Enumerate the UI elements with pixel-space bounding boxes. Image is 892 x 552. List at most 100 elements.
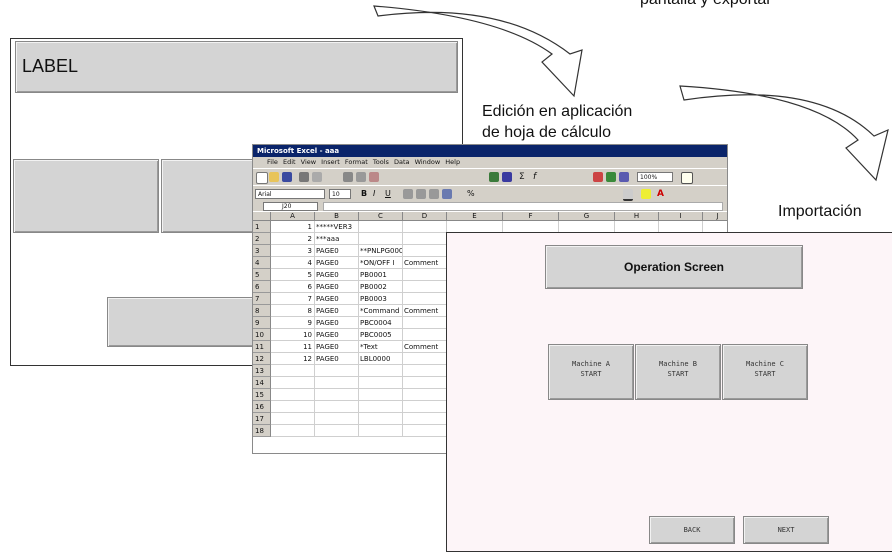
align-center-icon[interactable] [416,189,426,199]
menu-help[interactable]: Help [445,158,460,166]
row-header[interactable]: 5 [253,269,271,281]
column-header[interactable]: D [403,212,447,221]
table-cell[interactable]: PAGE0 [315,317,359,329]
table-cell[interactable] [271,413,315,425]
row-header[interactable]: 17 [253,413,271,425]
machine-b-start-button[interactable]: Machine B START [635,344,721,400]
table-cell[interactable] [315,389,359,401]
row-header[interactable]: 14 [253,377,271,389]
table-cell[interactable] [359,413,403,425]
table-cell[interactable] [403,389,447,401]
merge-icon[interactable] [442,189,452,199]
row-header[interactable]: 18 [253,425,271,437]
borders-icon[interactable] [623,189,633,201]
table-cell[interactable] [271,365,315,377]
row-header[interactable]: 2 [253,233,271,245]
table-cell[interactable] [403,365,447,377]
sum-icon[interactable]: Σ [519,172,529,182]
open-icon[interactable] [269,172,279,182]
table-cell[interactable]: PB0002 [359,281,403,293]
next-button[interactable]: NEXT [743,516,829,544]
row-header[interactable]: 10 [253,329,271,341]
drawing-icon[interactable] [619,172,629,182]
formula-input[interactable] [323,202,723,211]
table-cell[interactable] [271,389,315,401]
align-right-icon[interactable] [429,189,439,199]
machine-c-start-button[interactable]: Machine C START [722,344,808,400]
row-header[interactable]: 1 [253,221,271,233]
column-header[interactable]: C [359,212,403,221]
table-cell[interactable]: 1 [271,221,315,233]
menu-tools[interactable]: Tools [373,158,389,166]
table-cell[interactable] [403,221,447,233]
menu-insert[interactable]: Insert [321,158,340,166]
table-cell[interactable]: PBC0005 [359,329,403,341]
select-all-corner[interactable] [253,212,271,221]
menu-edit[interactable]: Edit [283,158,296,166]
row-header[interactable]: 6 [253,281,271,293]
copy-icon[interactable] [356,172,366,182]
row-header[interactable]: 7 [253,293,271,305]
table-cell[interactable] [403,425,447,437]
table-cell[interactable]: PAGE0 [315,329,359,341]
table-cell[interactable] [359,221,403,233]
italic-icon[interactable]: I [373,189,383,199]
table-cell[interactable]: 9 [271,317,315,329]
help-icon[interactable] [681,172,693,184]
bold-icon[interactable]: B [361,189,371,199]
table-cell[interactable]: 12 [271,353,315,365]
column-header[interactable]: F [503,212,559,221]
percent-icon[interactable]: % [467,189,477,199]
table-cell[interactable] [359,401,403,413]
zoom-box[interactable]: 100% [637,172,673,182]
table-cell[interactable] [403,413,447,425]
table-cell[interactable]: PAGE0 [315,305,359,317]
table-cell[interactable] [403,245,447,257]
table-cell[interactable]: 4 [271,257,315,269]
new-icon[interactable] [256,172,268,184]
table-cell[interactable]: PAGE0 [315,257,359,269]
table-cell[interactable] [359,377,403,389]
column-header[interactable]: I [659,212,703,221]
map-icon[interactable] [606,172,616,182]
table-cell[interactable]: PAGE0 [315,281,359,293]
table-cell[interactable]: 8 [271,305,315,317]
table-cell[interactable]: 5 [271,269,315,281]
row-header[interactable]: 11 [253,341,271,353]
table-cell[interactable]: 6 [271,281,315,293]
table-cell[interactable]: LBL0000 [359,353,403,365]
menu-view[interactable]: View [301,158,316,166]
underline-icon[interactable]: U [385,189,395,199]
table-cell[interactable] [403,281,447,293]
table-cell[interactable]: ***aaa [315,233,359,245]
table-cell[interactable] [403,293,447,305]
function-icon[interactable]: f [533,172,543,182]
table-cell[interactable] [359,425,403,437]
table-cell[interactable]: 10 [271,329,315,341]
row-header[interactable]: 13 [253,365,271,377]
table-cell[interactable] [271,377,315,389]
table-cell[interactable] [403,401,447,413]
table-cell[interactable]: PAGE0 [315,269,359,281]
table-cell[interactable] [315,365,359,377]
fill-color-icon[interactable] [641,189,651,199]
table-cell[interactable]: PAGE0 [315,353,359,365]
table-cell[interactable]: PAGE0 [315,245,359,257]
table-cell[interactable] [403,377,447,389]
blank-button[interactable] [13,159,159,233]
back-button[interactable]: BACK [649,516,735,544]
table-cell[interactable]: Comment [403,305,447,317]
cut-icon[interactable] [343,172,353,182]
row-header[interactable]: 3 [253,245,271,257]
preview-icon[interactable] [312,172,322,182]
table-cell[interactable]: *Text [359,341,403,353]
save-icon[interactable] [282,172,292,182]
row-header[interactable]: 16 [253,401,271,413]
table-cell[interactable]: PB0001 [359,269,403,281]
table-cell[interactable] [403,233,447,245]
table-cell[interactable]: 3 [271,245,315,257]
menu-file[interactable]: File [267,158,278,166]
table-cell[interactable]: *****VER3 [315,221,359,233]
table-cell[interactable]: PBC0004 [359,317,403,329]
menu-window[interactable]: Window [415,158,441,166]
